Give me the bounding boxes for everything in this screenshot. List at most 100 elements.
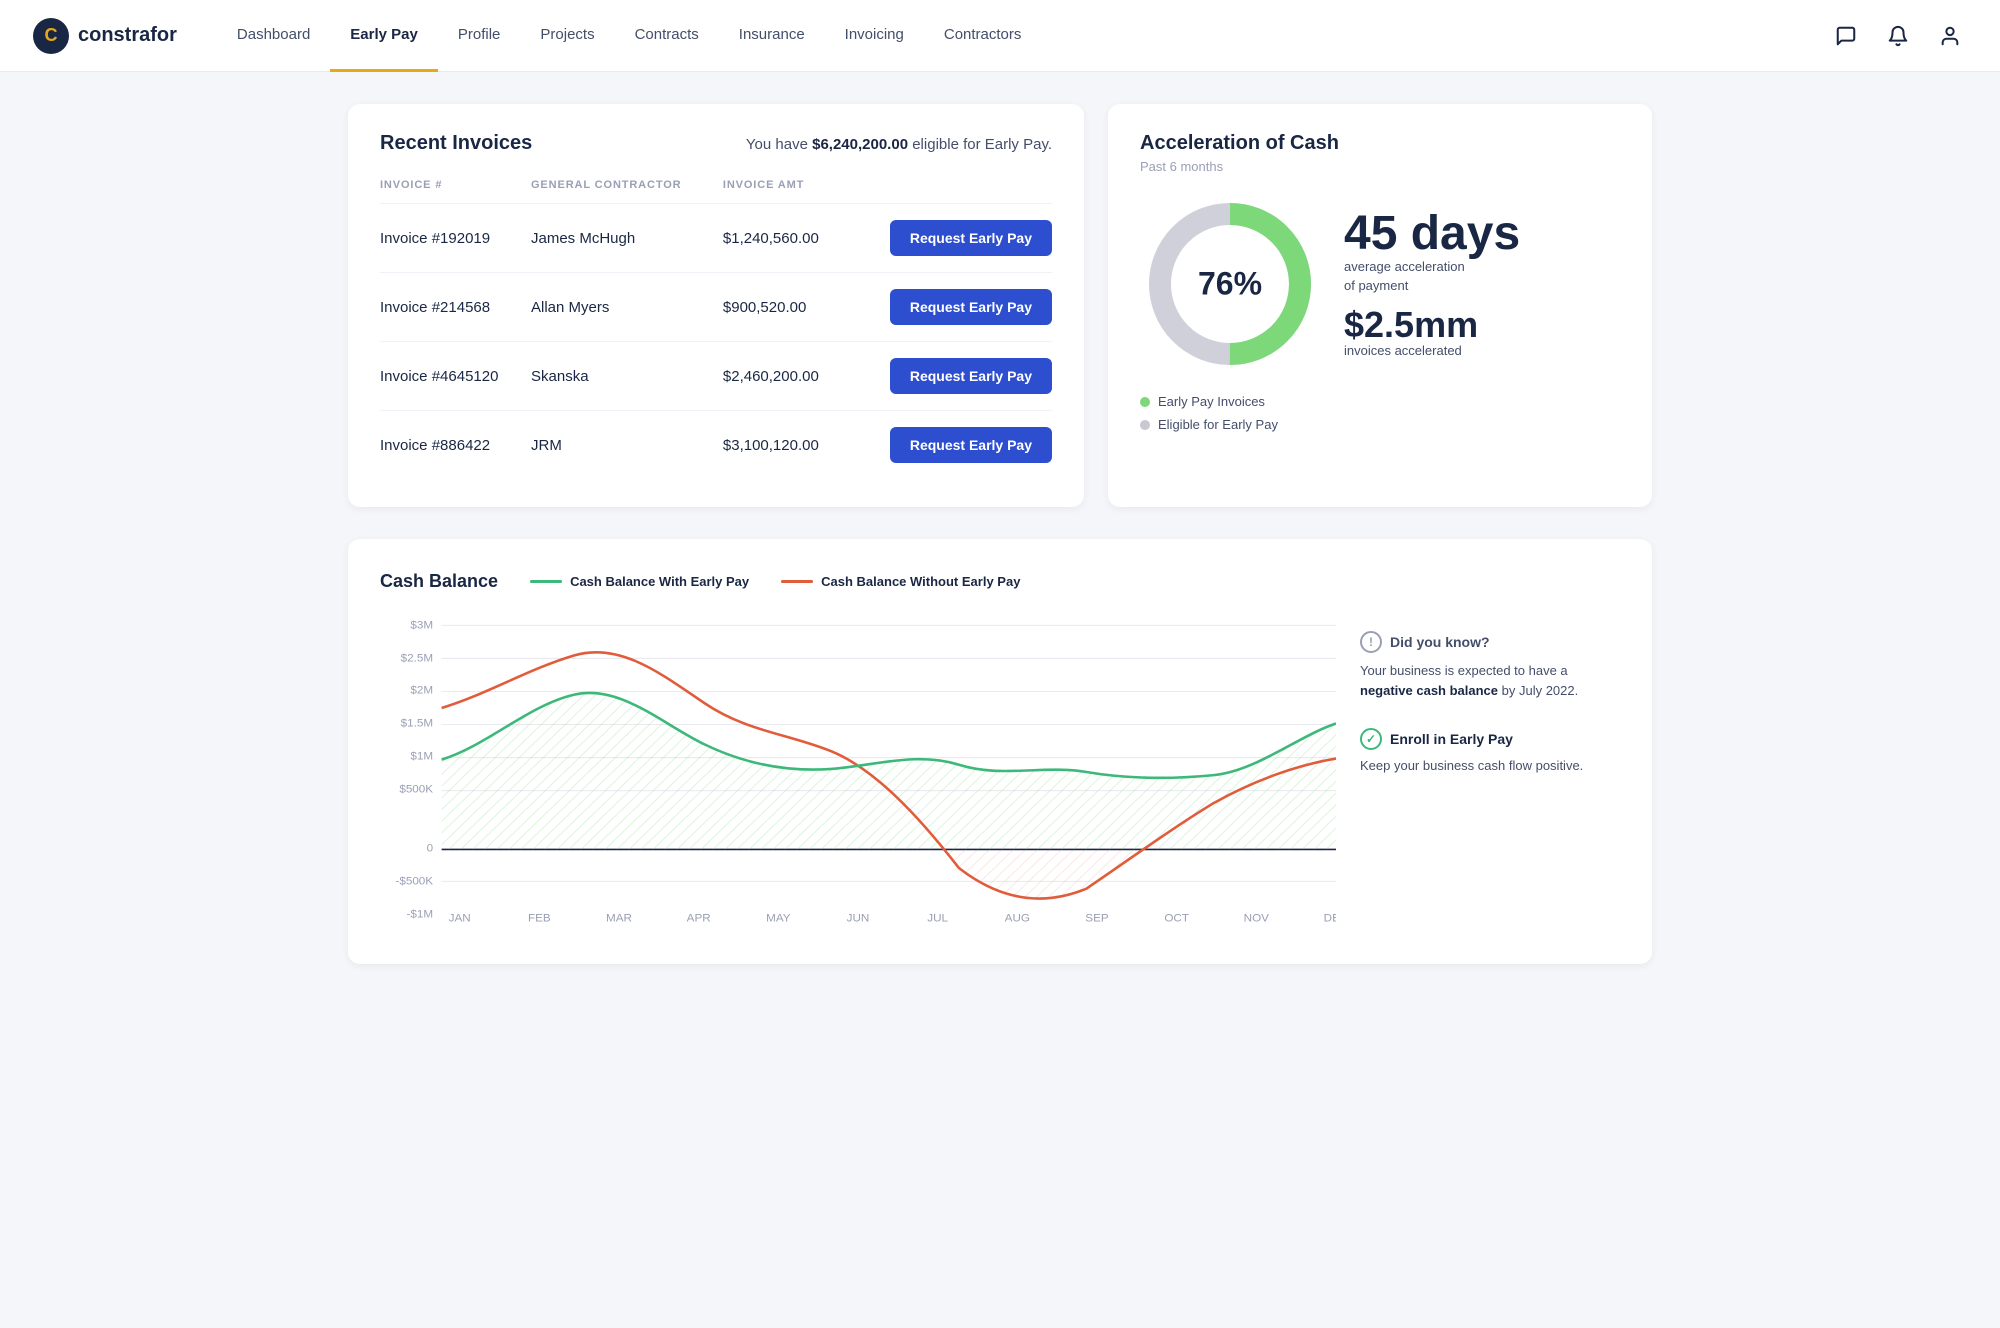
svg-text:$1M: $1M <box>410 751 433 763</box>
nav-link-projects[interactable]: Projects <box>520 0 614 72</box>
tip-header: ! Did you know? <box>1360 631 1620 653</box>
table-row: Invoice #886422 JRM $3,100,120.00 Reques… <box>380 411 1052 480</box>
nav-link-dashboard[interactable]: Dashboard <box>217 0 330 72</box>
chart-title: Cash Balance <box>380 571 498 592</box>
chat-icon[interactable] <box>1828 18 1864 54</box>
logo-icon: C <box>32 17 70 55</box>
invoice-amount: $2,460,200.00 <box>723 342 845 411</box>
tip-block: ! Did you know? Your business is expecte… <box>1360 631 1620 700</box>
notification-icon[interactable] <box>1880 18 1916 54</box>
accel-title: Acceleration of Cash <box>1140 132 1620 155</box>
legend-without-early-pay: Cash Balance Without Early Pay <box>781 574 1020 589</box>
nav-link-contracts[interactable]: Contracts <box>615 0 719 72</box>
request-early-pay-button[interactable]: Request Early Pay <box>890 427 1052 463</box>
nav-link-profile[interactable]: Profile <box>438 0 521 72</box>
accel-amount: $2.5mm <box>1344 307 1520 343</box>
chart-area: Cash Balance Cash Balance With Early Pay… <box>380 571 1336 932</box>
enroll-title: Enroll in Early Pay <box>1390 731 1513 747</box>
nav-link-invoicing[interactable]: Invoicing <box>825 0 924 72</box>
enroll-block: ✓ Enroll in Early Pay Keep your business… <box>1360 728 1620 773</box>
chart-sidebar: ! Did you know? Your business is expecte… <box>1360 571 1620 932</box>
eligible-text: You have $6,240,200.00 eligible for Earl… <box>746 136 1052 153</box>
legend-eligible-dot <box>1140 420 1150 430</box>
donut-chart: 76% <box>1140 194 1320 374</box>
request-early-pay-button[interactable]: Request Early Pay <box>890 220 1052 256</box>
accel-stats: 45 days average accelerationof payment $… <box>1344 210 1520 357</box>
accel-days-label: average accelerationof payment <box>1344 258 1520 294</box>
svg-text:JUL: JUL <box>927 913 948 925</box>
navbar: C constrafor Dashboard Early Pay Profile… <box>0 0 2000 72</box>
svg-text:$2M: $2M <box>410 685 433 697</box>
invoice-contractor: JRM <box>531 411 723 480</box>
svg-text:$2.5M: $2.5M <box>401 653 433 665</box>
invoice-contractor: James McHugh <box>531 204 723 273</box>
main-content: Recent Invoices You have $6,240,200.00 e… <box>300 72 1700 996</box>
tip-title: Did you know? <box>1390 634 1490 650</box>
svg-text:JUN: JUN <box>847 913 870 925</box>
invoice-contractor: Skanska <box>531 342 723 411</box>
invoice-amount: $900,520.00 <box>723 273 845 342</box>
svg-text:AUG: AUG <box>1005 913 1030 925</box>
table-row: Invoice #4645120 Skanska $2,460,200.00 R… <box>380 342 1052 411</box>
invoices-title: Recent Invoices <box>380 132 532 155</box>
invoices-card: Recent Invoices You have $6,240,200.00 e… <box>348 104 1084 507</box>
invoice-action: Request Early Pay <box>845 273 1052 342</box>
col-invoice: Invoice # <box>380 179 531 204</box>
invoice-id: Invoice #886422 <box>380 411 531 480</box>
svg-text:C: C <box>45 25 58 45</box>
accel-body: 76% 45 days average accelerationof payme… <box>1140 194 1620 374</box>
col-amount: Invoice Amt <box>723 179 845 204</box>
invoice-amount: $1,240,560.00 <box>723 204 845 273</box>
invoice-action: Request Early Pay <box>845 204 1052 273</box>
request-early-pay-button[interactable]: Request Early Pay <box>890 358 1052 394</box>
nav-links: Dashboard Early Pay Profile Projects Con… <box>217 0 1828 72</box>
accel-amount-label: invoices accelerated <box>1344 343 1520 358</box>
svg-text:0: 0 <box>427 843 433 855</box>
svg-text:APR: APR <box>687 913 711 925</box>
legend-early-pay: Early Pay Invoices <box>1140 394 1620 409</box>
svg-text:JAN: JAN <box>449 913 471 925</box>
svg-text:OCT: OCT <box>1164 913 1189 925</box>
invoice-action: Request Early Pay <box>845 342 1052 411</box>
enroll-icon: ✓ <box>1360 728 1382 750</box>
user-icon[interactable] <box>1932 18 1968 54</box>
svg-text:MAY: MAY <box>766 913 791 925</box>
legend-red-line <box>781 580 813 583</box>
invoice-id: Invoice #192019 <box>380 204 531 273</box>
enroll-header: ✓ Enroll in Early Pay <box>1360 728 1620 750</box>
svg-text:$1.5M: $1.5M <box>401 718 433 730</box>
nav-link-early-pay[interactable]: Early Pay <box>330 0 438 72</box>
tip-text: Your business is expected to have a nega… <box>1360 661 1620 700</box>
svg-text:SEP: SEP <box>1085 913 1109 925</box>
table-row: Invoice #192019 James McHugh $1,240,560.… <box>380 204 1052 273</box>
svg-text:-$500K: -$500K <box>395 876 433 888</box>
accel-subtitle: Past 6 months <box>1140 159 1620 174</box>
svg-text:-$1M: -$1M <box>406 909 433 921</box>
eligible-amount: $6,240,200.00 <box>812 136 908 153</box>
invoice-id: Invoice #214568 <box>380 273 531 342</box>
nav-link-contractors[interactable]: Contractors <box>924 0 1042 72</box>
legend-green-line <box>530 580 562 583</box>
svg-text:NOV: NOV <box>1244 913 1270 925</box>
invoices-card-header: Recent Invoices You have $6,240,200.00 e… <box>380 132 1052 155</box>
table-row: Invoice #214568 Allan Myers $900,520.00 … <box>380 273 1052 342</box>
svg-text:$500K: $500K <box>399 784 433 796</box>
accel-legend: Early Pay Invoices Eligible for Early Pa… <box>1140 394 1620 432</box>
invoice-amount: $3,100,120.00 <box>723 411 845 480</box>
accel-days: 45 days <box>1344 210 1520 258</box>
legend-eligible: Eligible for Early Pay <box>1140 417 1620 432</box>
svg-text:DEC: DEC <box>1324 913 1336 925</box>
svg-text:FEB: FEB <box>528 913 551 925</box>
request-early-pay-button[interactable]: Request Early Pay <box>890 289 1052 325</box>
svg-text:MAR: MAR <box>606 913 632 925</box>
enroll-desc: Keep your business cash flow positive. <box>1360 758 1620 773</box>
cash-section: Cash Balance Cash Balance With Early Pay… <box>348 539 1652 964</box>
svg-text:$3M: $3M <box>410 620 433 632</box>
invoice-id: Invoice #4645120 <box>380 342 531 411</box>
legend-with-early-pay: Cash Balance With Early Pay <box>530 574 749 589</box>
nav-link-insurance[interactable]: Insurance <box>719 0 825 72</box>
logo[interactable]: C constrafor <box>32 17 177 55</box>
invoice-contractor: Allan Myers <box>531 273 723 342</box>
col-contractor: General Contractor <box>531 179 723 204</box>
legend-early-pay-dot <box>1140 397 1150 407</box>
